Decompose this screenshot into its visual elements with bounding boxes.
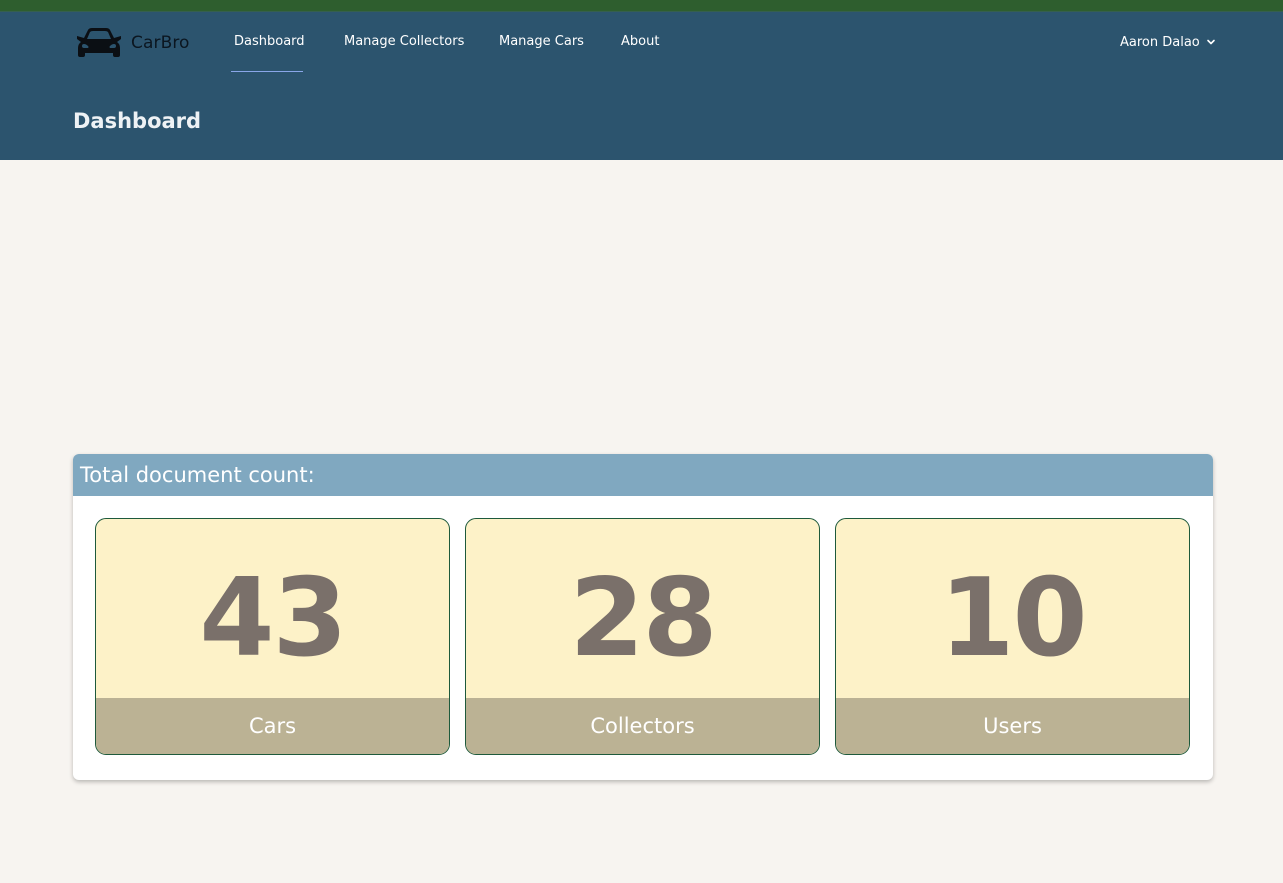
user-menu[interactable]: Aaron Dalao: [1120, 33, 1216, 51]
nav-manage-collectors[interactable]: Manage Collectors: [344, 34, 464, 54]
chevron-down-icon: [1206, 37, 1216, 47]
stat-card-users: 10 Users: [835, 518, 1190, 755]
car-icon: [75, 25, 123, 61]
stat-card-collectors: 28 Collectors: [465, 518, 820, 755]
stat-label: Cars: [96, 698, 449, 754]
top-strip: [0, 0, 1283, 12]
nav-about[interactable]: About: [621, 34, 659, 54]
brand-name: CarBro: [131, 33, 190, 53]
user-name: Aaron Dalao: [1120, 34, 1200, 50]
document-count-panel: Total document count: 43 Cars 28 Collect…: [73, 454, 1213, 780]
brand[interactable]: CarBro: [75, 25, 190, 61]
stat-value: 10: [939, 555, 1087, 681]
nav-dashboard[interactable]: Dashboard: [234, 34, 305, 54]
stat-value: 43: [199, 555, 347, 681]
active-nav-indicator: [231, 71, 303, 72]
stat-label: Users: [836, 698, 1189, 754]
app-header: CarBro Dashboard Manage Collectors Manag…: [0, 12, 1283, 160]
panel-heading: Total document count:: [73, 454, 1213, 496]
page-title: Dashboard: [73, 109, 202, 133]
stat-label: Collectors: [466, 698, 819, 754]
stat-card-cars: 43 Cars: [95, 518, 450, 755]
stat-value: 28: [569, 555, 717, 681]
nav-manage-cars[interactable]: Manage Cars: [499, 34, 584, 54]
